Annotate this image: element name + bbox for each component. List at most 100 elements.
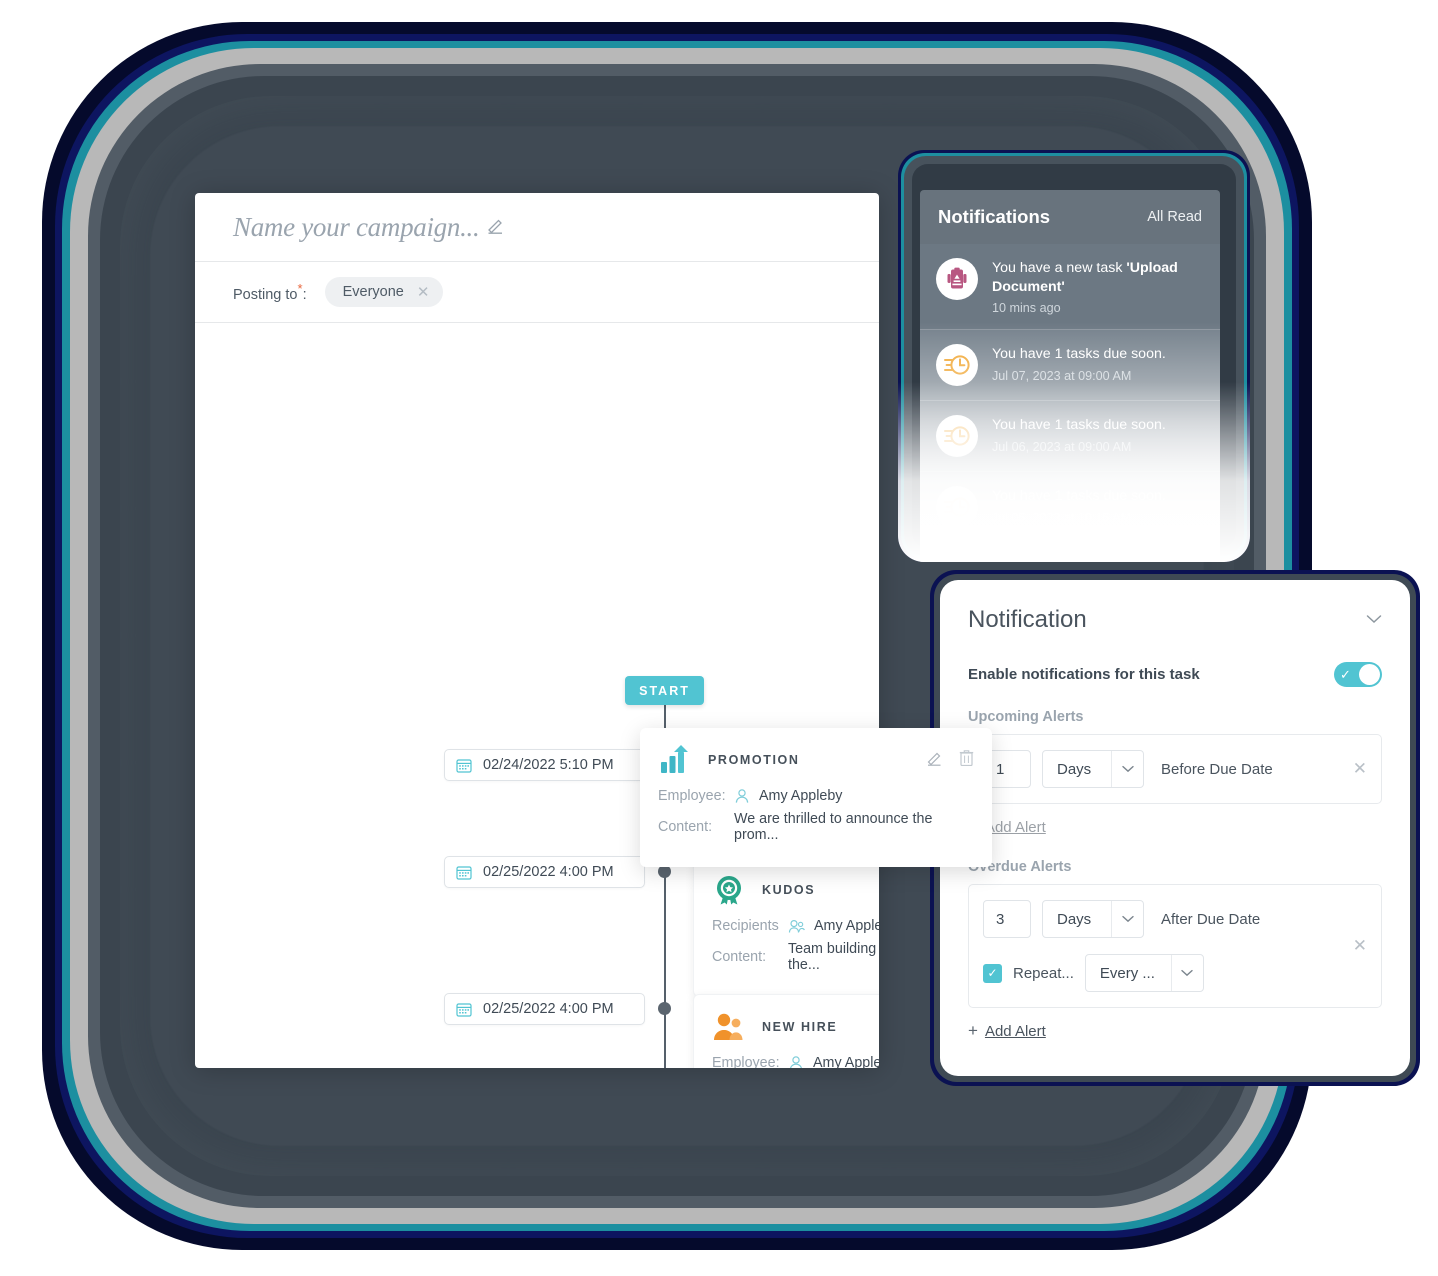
post-date-value: 02/24/2022 5:10 PM [483,757,614,773]
notification-text: You have 1 tasks due soon. [992,417,1166,434]
notification-item[interactable]: You have 1 tasks due soon. Jul 05, 2023 … [920,472,1220,544]
screenshot-stage: Name your campaign... Posting to*: Every… [0,0,1438,1276]
event-field-row: Content: We are thrilled to announce the… [658,811,974,843]
event-field-key: Content: [712,949,767,965]
chevron-down-icon[interactable] [1366,611,1382,629]
people-icon [788,919,805,933]
event-card-header: PROMOTION [658,743,974,777]
campaign-composer-card: Name your campaign... Posting to*: Every… [195,193,879,1068]
notification-time: Jul 05, 2023 at 10:15 AM [992,511,1132,526]
audience-chip[interactable]: Everyone ✕ [324,277,444,307]
overdue-relation-label: After Due Date [1161,910,1261,928]
notification-text: You have 1 tasks due soon. [992,488,1166,505]
event-field-value: Amy Appleby [813,1055,879,1068]
pencil-icon[interactable] [486,215,505,239]
remove-overdue-alert-button[interactable]: ✕ [1353,936,1367,956]
event-field-value: We are thrilled to announce the prom... [734,811,933,843]
overdue-unit-select[interactable]: Days [1042,900,1144,938]
post-date-input[interactable]: 02/25/2022 4:00 PM [444,856,645,888]
event-card-promotion[interactable]: PROMOTION Employee: Amy Appleby Content:… [640,728,992,867]
all-read-button[interactable]: All Read [1147,209,1202,225]
clipboard-task-icon [936,258,978,300]
chevron-down-icon [1111,901,1143,937]
calendar-icon [456,1003,472,1017]
posting-to-label: Posting to*: [233,281,307,303]
settings-header: Notification [968,606,1382,634]
upcoming-unit-select[interactable]: Days [1042,750,1144,788]
post-date-input[interactable]: 02/24/2022 5:10 PM [444,749,645,781]
calendar-icon [456,759,472,773]
notification-item[interactable]: You have 1 tasks due soon. Jul 07, 2023 … [920,330,1220,402]
close-icon[interactable]: ✕ [417,285,430,300]
notification-item[interactable]: You have a new task 'Upload Document' 10… [920,244,1220,331]
event-type-label: PROMOTION [708,753,800,767]
repeat-label: Repeat... [1013,964,1074,982]
notifications-title: Notifications [938,206,1051,227]
event-field-row: Recipients Amy Appleby and 23 others [712,918,879,934]
notifications-panel: Notifications All Read You have a new ta… [920,190,1220,562]
repeat-checkbox[interactable]: ✓ [983,963,1002,983]
event-field-value-wrap: Amy Appleby [734,788,842,804]
event-field-key: Employee: [658,788,726,804]
person-icon [790,1056,802,1068]
pencil-icon[interactable] [926,749,943,771]
notification-item[interactable]: You have 1 tasks due soon. Jul 06, 2023 … [920,401,1220,473]
repeat-interval-select[interactable]: Every ... [1084,954,1204,992]
upcoming-relation-label: Before Due Date [1161,760,1273,778]
plus-icon: + [968,1021,978,1040]
enable-notifications-row: Enable notifications for this task ✓ [968,662,1382,687]
event-field-row: Content: Team building 2022. Great job o… [712,941,879,973]
event-card-header: NEW HIRE [712,1010,879,1044]
enable-notifications-toggle[interactable]: ✓ [1334,662,1382,687]
bar-chart-up-icon [658,743,692,777]
notification-time: 10 mins ago [992,301,1061,316]
campaign-title-row: Name your campaign... [195,193,879,262]
timeline-body: START 02/24/2022 5:10 PM 02/25/2022 4:00… [195,323,879,1068]
calendar-icon [456,866,472,880]
due-clock-icon [936,415,978,458]
notification-text: You have a new task 'Upload Document' [992,260,1178,295]
award-badge-icon [712,873,746,907]
event-card-header: KUDOS [712,873,879,907]
audience-chip-label: Everyone [342,284,404,300]
event-card-kudos[interactable]: KUDOS Recipients Amy Appleby and 23 othe… [693,857,879,997]
notifications-header: Notifications All Read [920,190,1220,244]
remove-upcoming-alert-button[interactable]: ✕ [1353,759,1367,779]
chevron-down-icon [1170,955,1203,991]
event-card-new-hire[interactable]: NEW HIRE Employee: Amy Appleby [693,994,879,1068]
post-date-input[interactable]: 02/25/2022 4:00 PM [444,993,645,1025]
event-field-key: Employee: [712,1055,780,1068]
event-field-value-wrap: Amy Appleby [788,1055,879,1068]
event-field-key: Content: [658,819,713,835]
settings-title: Notification [968,606,1087,633]
campaign-name-input[interactable]: Name your campaign... [233,212,480,243]
due-clock-icon [936,486,978,529]
posting-to-row: Posting to*: Everyone ✕ [195,262,879,323]
check-icon: ✓ [1340,666,1351,682]
overdue-alert-row: 3 Days After Due Date ✓ Repeat... Every … [968,884,1382,1008]
add-upcoming-alert-button[interactable]: + Add Alert [968,817,1382,837]
timeline-node [658,1002,671,1015]
overdue-unit-value: Days [1057,910,1092,928]
add-overdue-alert-button[interactable]: + Add Alert [968,1021,1382,1041]
trash-icon[interactable] [959,749,974,771]
event-type-label: NEW HIRE [762,1020,838,1034]
event-field-value: Amy Appleby [759,788,843,804]
notifications-list[interactable]: You have a new task 'Upload Document' 10… [920,244,1220,544]
add-alert-label: Add Alert [984,818,1046,836]
post-date-value: 02/25/2022 4:00 PM [483,864,614,880]
notification-text: You have 1 tasks due soon. [992,346,1166,363]
upcoming-alert-row: 1 Days Before Due Date ✕ [968,734,1382,804]
upcoming-unit-value: Days [1057,760,1092,778]
overdue-alerts-label: Overdue Alerts [968,859,1072,875]
notification-time: Jul 06, 2023 at 09:00 AM [992,440,1132,455]
event-field-row: Employee: Amy Appleby [712,1055,879,1068]
event-field-row: Employee: Amy Appleby [658,788,974,804]
toggle-knob [1359,664,1380,685]
notification-time: Jul 07, 2023 at 09:00 AM [992,369,1132,384]
overdue-amount-input[interactable]: 3 [983,900,1031,938]
repeat-interval-value: Every ... [1099,964,1155,982]
chevron-down-icon [1111,751,1143,787]
new-hire-people-icon [712,1010,746,1044]
upcoming-alerts-label: Upcoming Alerts [968,709,1084,725]
